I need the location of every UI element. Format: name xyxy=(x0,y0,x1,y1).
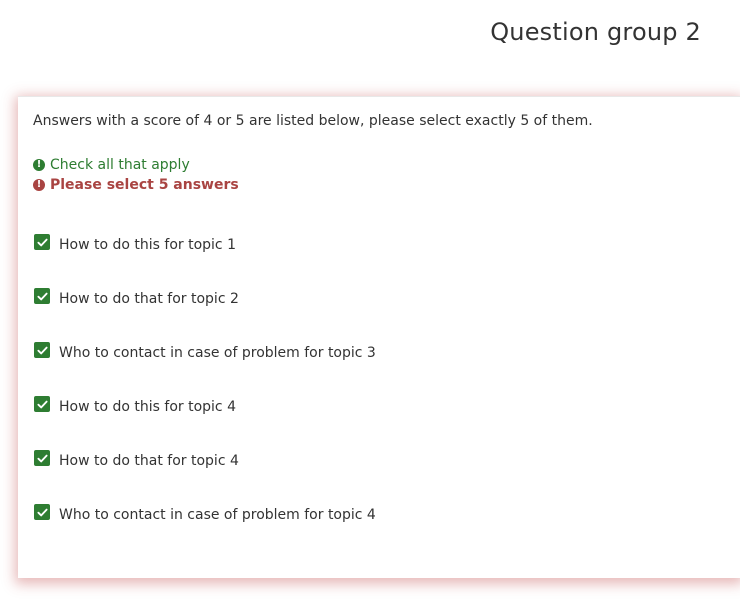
answer-option[interactable]: Who to contact in case of problem for to… xyxy=(34,342,376,361)
answer-label[interactable]: How to do that for topic 4 xyxy=(59,453,239,469)
answer-label[interactable]: How to do this for topic 1 xyxy=(59,237,236,253)
checkmark-icon xyxy=(36,346,48,354)
tip-check-all: ! Check all that apply xyxy=(33,157,190,173)
checkbox[interactable] xyxy=(34,234,50,250)
checkbox[interactable] xyxy=(34,288,50,304)
tip-check-all-text: Check all that apply xyxy=(50,157,190,173)
answer-option[interactable]: Who to contact in case of problem for to… xyxy=(34,504,376,523)
question-card: Answers with a score of 4 or 5 are liste… xyxy=(18,96,740,578)
checkmark-icon xyxy=(36,292,48,300)
checkmark-icon xyxy=(36,400,48,408)
checkbox[interactable] xyxy=(34,342,50,358)
answer-label[interactable]: Who to contact in case of problem for to… xyxy=(59,345,376,361)
checkbox[interactable] xyxy=(34,396,50,412)
answer-option[interactable]: How to do that for topic 4 xyxy=(34,450,239,469)
answer-option[interactable]: How to do this for topic 1 xyxy=(34,234,236,253)
tip-select-count: ! Please select 5 answers xyxy=(33,177,239,193)
answer-option[interactable]: How to do this for topic 4 xyxy=(34,396,236,415)
checkmark-icon xyxy=(36,454,48,462)
checkmark-icon xyxy=(36,238,48,246)
group-title: Question group 2 xyxy=(490,18,701,46)
checkbox[interactable] xyxy=(34,504,50,520)
answer-option[interactable]: How to do that for topic 2 xyxy=(34,288,239,307)
checkmark-icon xyxy=(36,508,48,516)
checkbox[interactable] xyxy=(34,450,50,466)
answer-label[interactable]: How to do that for topic 2 xyxy=(59,291,239,307)
answer-label[interactable]: Who to contact in case of problem for to… xyxy=(59,507,376,523)
answer-label[interactable]: How to do this for topic 4 xyxy=(59,399,236,415)
exclamation-circle-icon: ! xyxy=(33,179,45,191)
exclamation-circle-icon: ! xyxy=(33,159,45,171)
tip-select-count-text: Please select 5 answers xyxy=(50,177,239,193)
survey-page: Question group 2 Answers with a score of… xyxy=(0,0,740,602)
question-text: Answers with a score of 4 or 5 are liste… xyxy=(33,113,593,129)
